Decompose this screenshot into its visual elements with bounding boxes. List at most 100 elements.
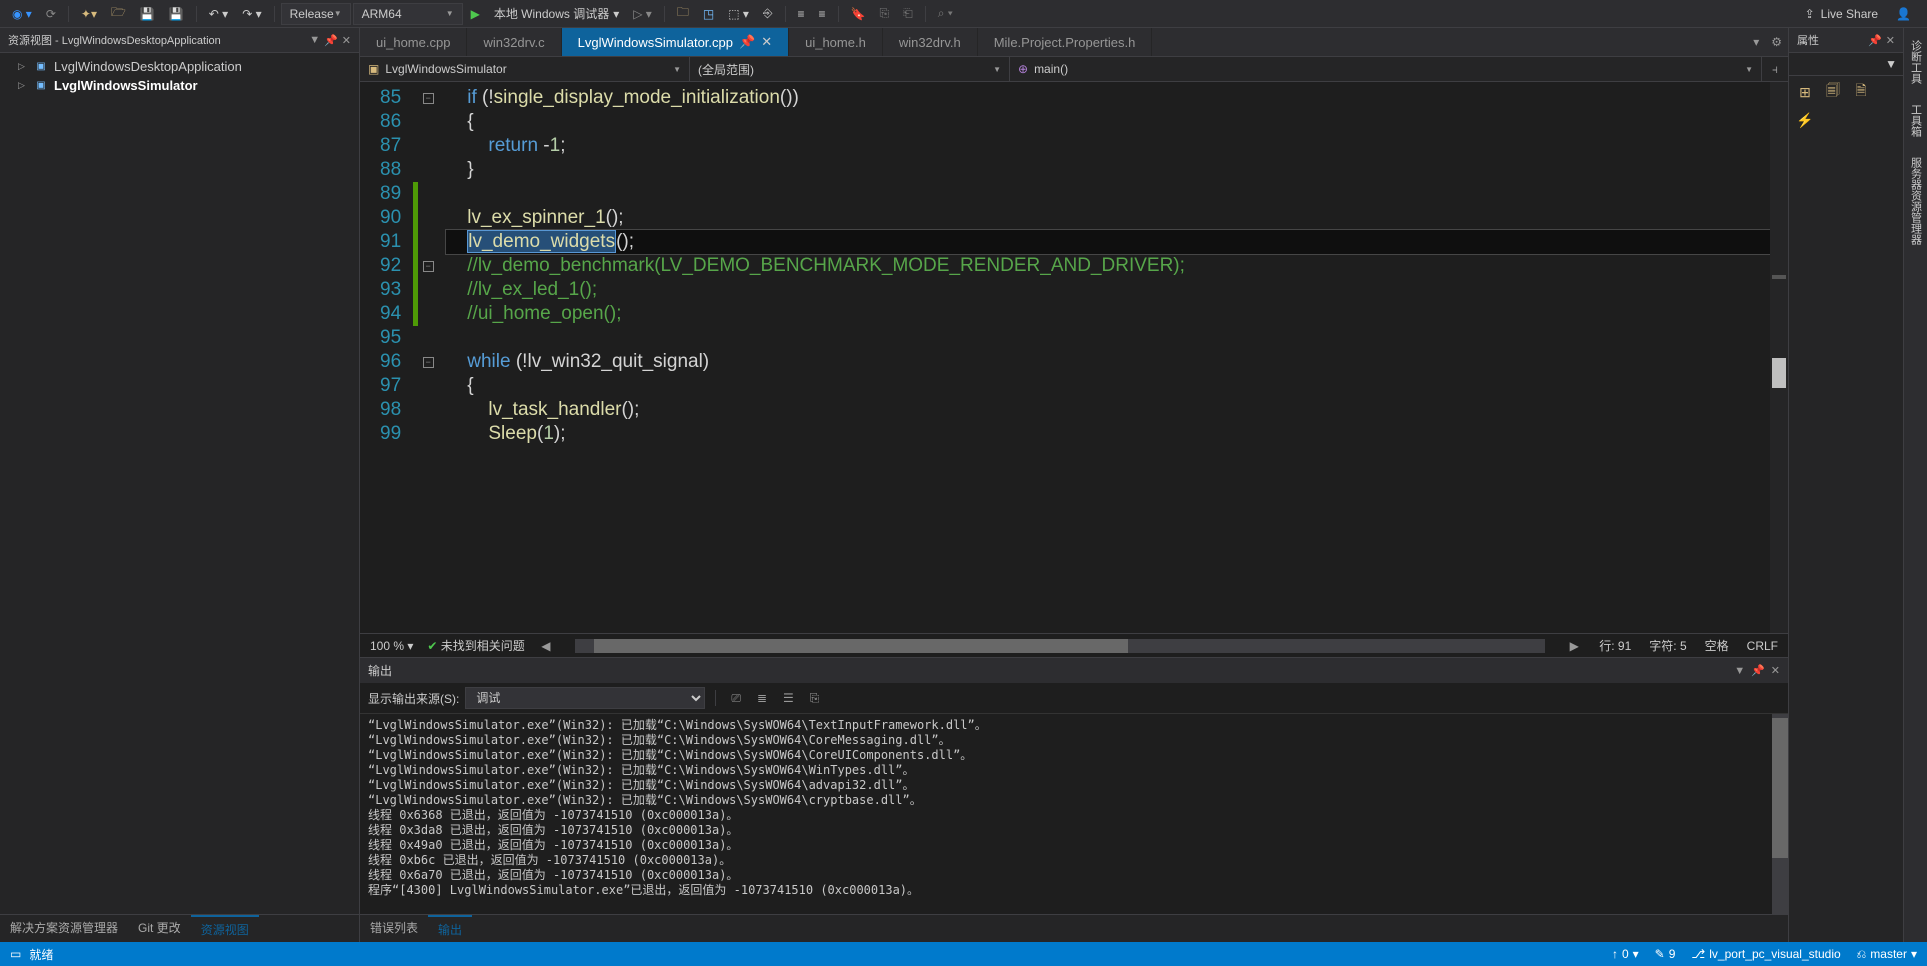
nav-scope-global[interactable]: (全局范围)▼ <box>690 57 1010 81</box>
tab-settings-icon[interactable]: ⚙ <box>1765 28 1788 56</box>
tree-item[interactable]: ▷▣LvglWindowsSimulator <box>0 76 359 95</box>
issues-indicator[interactable]: ✔ 未找到相关问题 <box>427 637 524 654</box>
tool-icon-1[interactable]: 🗀 <box>671 3 695 25</box>
status-branch-button[interactable]: ⎌ master ▾ <box>1857 947 1917 962</box>
file-tab[interactable]: win32drv.h <box>883 28 978 56</box>
fold-toggle[interactable]: − <box>423 93 434 104</box>
output-text[interactable]: “LvglWindowsSimulator.exe”(Win32): 已加载“C… <box>360 714 1772 914</box>
output-source-select[interactable]: 调试 <box>465 687 705 709</box>
pane-pin-icon[interactable]: 📌 <box>324 34 338 47</box>
vtab-diagnostics[interactable]: 诊断工具 <box>1906 34 1926 90</box>
start-nodebug-button[interactable]: ▷ ▾ <box>627 3 658 25</box>
pane-dropdown-icon[interactable]: ▼ <box>309 34 320 46</box>
outdent-btn[interactable]: ≡ <box>813 3 832 25</box>
fold-toggle[interactable]: − <box>423 357 434 368</box>
prop-alpha-icon[interactable]: 🗐 <box>1823 82 1843 102</box>
debug-target-dropdown[interactable]: 本地 Windows 调试器 ▾ <box>488 3 625 25</box>
file-tab[interactable]: ui_home.h <box>789 28 883 56</box>
status-add-button[interactable]: ↑ 0 ▾ <box>1612 947 1639 961</box>
fold-toggle[interactable]: − <box>423 261 434 272</box>
nav-back-button[interactable]: ◉ ▾ <box>6 3 38 25</box>
output-settings-icon[interactable]: ⎘ <box>805 689 825 708</box>
editor-status-bar: 100 % ▾ ✔ 未找到相关问题 ◀ ▶ 行: 91 字符: 5 空格 CRL… <box>360 633 1788 657</box>
output-dropdown-icon[interactable]: ▼ <box>1734 665 1745 677</box>
status-ready-text: 就绪 <box>29 946 53 963</box>
tree-item[interactable]: ▷▣LvglWindowsDesktopApplication <box>0 57 359 76</box>
file-tab[interactable]: win32drv.c <box>467 28 561 56</box>
overview-ruler[interactable] <box>1770 82 1788 633</box>
file-tab[interactable]: ui_home.cpp <box>360 28 467 56</box>
left-tab[interactable]: 资源视图 <box>191 915 259 942</box>
file-tab[interactable]: Mile.Project.Properties.h <box>978 28 1153 56</box>
prop-close-icon[interactable]: ✕ <box>1886 34 1895 47</box>
undo-button[interactable]: ↶ ▾ <box>203 3 234 25</box>
output-source-label: 显示输出来源(S): <box>368 690 459 707</box>
liveshare-button[interactable]: Live Share <box>1821 7 1878 21</box>
hscroll-left[interactable]: ◀ <box>539 639 553 653</box>
status-ready-icon: ▭ <box>10 947 21 961</box>
pane-close-icon[interactable]: ✕ <box>342 34 351 47</box>
uncomment-btn[interactable]: ⎗ <box>897 3 919 25</box>
prop-pin-icon[interactable]: 📌 <box>1868 34 1882 47</box>
code-area[interactable]: if (!single_display_mode_initialization(… <box>438 82 1770 633</box>
nav-scope-project[interactable]: ▣LvglWindowsSimulator▼ <box>360 57 690 81</box>
output-clear-icon[interactable]: ⎚ <box>726 689 746 708</box>
vtab-toolbox[interactable]: 工具箱 <box>1906 98 1926 143</box>
open-file-button[interactable]: 🗁 <box>105 3 132 25</box>
bottom-tab[interactable]: 错误列表 <box>360 915 428 942</box>
prop-categorize-icon[interactable]: ⊞ <box>1795 82 1815 102</box>
properties-pane: 属性 📌 ✕ ▼ ⊞ 🗐 🗎 ⚡ <box>1788 28 1903 942</box>
status-changes-button[interactable]: ✎ 9 <box>1655 947 1676 961</box>
file-tab-bar: ui_home.cppwin32drv.cLvglWindowsSimulato… <box>360 28 1788 56</box>
resource-tree[interactable]: ▷▣LvglWindowsDesktopApplication▷▣LvglWin… <box>0 53 359 914</box>
horizontal-scrollbar[interactable] <box>575 639 1545 653</box>
nav-bar: ▣LvglWindowsSimulator▼ (全局范围)▼ ⊕main()▼ … <box>360 56 1788 82</box>
left-tab[interactable]: Git 更改 <box>128 915 191 942</box>
liveshare-icon[interactable]: ⇪ <box>1805 7 1815 21</box>
comment-btn[interactable]: ⎘ <box>873 3 895 25</box>
bookmark-btn[interactable]: 🔖 <box>845 3 872 25</box>
nav-split-icon[interactable]: ⫞ <box>1762 57 1788 81</box>
platform-dropdown[interactable]: ARM64▼ <box>353 3 463 25</box>
fold-column: − − − <box>418 82 438 633</box>
output-pin-icon[interactable]: 📌 <box>1751 664 1765 677</box>
tool-icon-4[interactable]: ⎆ <box>757 3 779 25</box>
save-button[interactable]: 💾 <box>134 3 161 25</box>
redo-button[interactable]: ↷ ▾ <box>236 3 267 25</box>
left-tab[interactable]: 解决方案资源管理器 <box>0 915 128 942</box>
zoom-level[interactable]: 100 % ▾ <box>370 639 413 653</box>
nav-scope-function[interactable]: ⊕main()▼ <box>1010 57 1762 81</box>
save-all-button[interactable]: 💾 <box>163 3 190 25</box>
output-wrap-icon[interactable]: ≣ <box>752 689 772 707</box>
prop-dd-icon[interactable]: ▼ <box>1885 57 1897 71</box>
nav-fwd-button[interactable]: ⟳ <box>40 3 62 25</box>
code-editor[interactable]: 858687888990919293949596979899 −−− if (!… <box>360 82 1788 633</box>
tab-overflow-icon[interactable]: ▾ <box>1747 28 1765 56</box>
properties-title: 属性 <box>1797 32 1864 48</box>
tool-icon-2[interactable]: ◳ <box>697 3 720 25</box>
start-debug-button[interactable]: ▶ <box>465 3 486 25</box>
prop-pages-icon[interactable]: 🗎 <box>1851 82 1871 102</box>
account-icon[interactable]: 👤 <box>1896 7 1911 21</box>
tool-icon-3[interactable]: ⬚ ▾ <box>722 3 755 25</box>
status-repo-button[interactable]: ⎇ lv_port_pc_visual_studio <box>1691 947 1840 961</box>
close-icon[interactable]: ✕ <box>761 34 772 50</box>
hscroll-right[interactable]: ▶ <box>1567 639 1581 653</box>
output-close-icon[interactable]: ✕ <box>1771 664 1780 677</box>
pin-icon[interactable]: 📌 <box>739 34 755 50</box>
indent-btn[interactable]: ≡ <box>792 3 811 25</box>
bottom-tab-bar: 错误列表输出 <box>360 914 1788 942</box>
new-item-button[interactable]: ✦▾ <box>75 3 103 25</box>
prop-events-icon[interactable]: ⚡ <box>1795 110 1815 130</box>
left-pane-tabs: 解决方案资源管理器Git 更改资源视图 <box>0 914 359 942</box>
resource-view-pane: 资源视图 - LvglWindowsDesktopApplication ▼ 📌… <box>0 28 360 942</box>
output-pane: 输出 ▼ 📌 ✕ 显示输出来源(S): 调试 ⎚ ≣ ☰ ⎘ “LvglWind… <box>360 657 1788 914</box>
bottom-tab[interactable]: 输出 <box>428 915 472 942</box>
output-vscroll[interactable] <box>1772 714 1788 914</box>
config-dropdown[interactable]: Release▼ <box>281 3 351 25</box>
status-bar: ▭ 就绪 ↑ 0 ▾ ✎ 9 ⎇ lv_port_pc_visual_studi… <box>0 942 1927 966</box>
vtab-server-explorer[interactable]: 服务器资源管理器 <box>1906 151 1926 251</box>
find-btn[interactable]: ⌕ ▾ <box>932 3 959 25</box>
file-tab[interactable]: LvglWindowsSimulator.cpp📌✕ <box>562 28 789 56</box>
output-toggle-icon[interactable]: ☰ <box>778 689 799 707</box>
